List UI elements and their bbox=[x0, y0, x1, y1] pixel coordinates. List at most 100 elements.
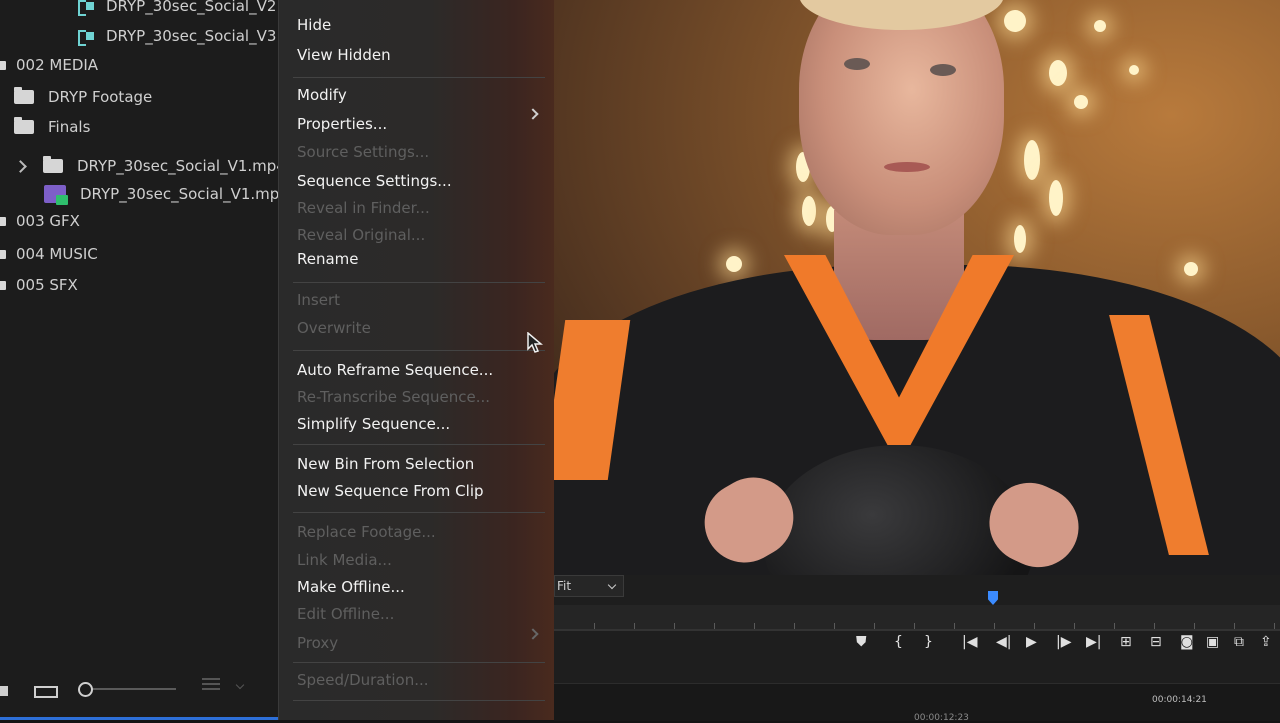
add-marker-icon[interactable]: ⛊ bbox=[856, 635, 867, 649]
menu-separator bbox=[293, 700, 545, 701]
icon-view-icon[interactable] bbox=[34, 686, 58, 698]
menu-item-replace-footage[interactable]: Replace Footage... bbox=[297, 523, 436, 541]
project-item[interactable]: DRYP_30sec_Social_V3 bbox=[76, 22, 282, 50]
project-item-label: 005 SFX bbox=[16, 276, 78, 294]
menu-item-rename[interactable]: Rename bbox=[297, 250, 359, 268]
menu-item-insert[interactable]: Insert bbox=[297, 291, 340, 309]
menu-item-view-hidden[interactable]: View Hidden bbox=[297, 46, 391, 64]
menu-item-edit-offline[interactable]: Edit Offline... bbox=[297, 605, 394, 623]
menu-item-make-offline[interactable]: Make Offline... bbox=[297, 578, 405, 596]
menu-item-properties[interactable]: Properties... bbox=[297, 115, 387, 133]
menu-item-modify[interactable]: Modify bbox=[297, 86, 347, 104]
menu-item-overwrite[interactable]: Overwrite bbox=[297, 319, 371, 337]
spark-light bbox=[802, 196, 816, 226]
project-item[interactable]: Finals bbox=[14, 113, 282, 141]
menu-separator bbox=[293, 512, 545, 513]
comparison-view-icon[interactable]: ▣ bbox=[1206, 635, 1219, 649]
mouth bbox=[884, 162, 930, 172]
go-to-in-icon[interactable]: |◀ bbox=[962, 635, 977, 649]
context-menu: Hide View Hidden Modify Properties... So… bbox=[278, 0, 555, 720]
folder-icon bbox=[43, 156, 63, 173]
project-item[interactable]: DRYP_30sec_Social_V1.mp4 bbox=[14, 152, 282, 180]
chevron-right-icon bbox=[527, 108, 539, 120]
project-item[interactable]: DRYP Footage bbox=[14, 83, 282, 111]
step-forward-icon[interactable]: |▶ bbox=[1056, 635, 1071, 649]
go-to-out-icon[interactable]: ▶| bbox=[1086, 635, 1101, 649]
bin-square-icon bbox=[0, 249, 6, 259]
spark-light bbox=[1074, 95, 1088, 109]
mouse-cursor-icon bbox=[527, 332, 543, 353]
bin-square-icon bbox=[0, 60, 6, 70]
menu-separator bbox=[293, 77, 545, 78]
project-item-label: DRYP_30sec_Social_V2 bbox=[106, 0, 277, 15]
project-item-label: DRYP Footage bbox=[48, 88, 153, 106]
export-frame-icon[interactable]: ◙ bbox=[1180, 635, 1194, 649]
project-item-label: 003 GFX bbox=[16, 212, 80, 230]
eye bbox=[844, 58, 870, 70]
chevron-right-icon bbox=[527, 628, 539, 640]
menu-item-simplify-sequence[interactable]: Simplify Sequence... bbox=[297, 415, 450, 433]
bin-square-icon bbox=[0, 216, 6, 226]
menu-item-hide[interactable]: Hide bbox=[297, 16, 331, 34]
project-panel-footer bbox=[0, 660, 282, 720]
project-item[interactable]: 005 SFX bbox=[0, 271, 282, 299]
spark-light bbox=[1184, 262, 1198, 276]
menu-item-sequence-settings[interactable]: Sequence Settings... bbox=[297, 172, 452, 190]
project-item[interactable]: 004 MUSIC bbox=[0, 240, 282, 268]
menu-item-proxy[interactable]: Proxy bbox=[297, 634, 338, 652]
menu-item-reveal-in-finder[interactable]: Reveal in Finder... bbox=[297, 199, 430, 217]
project-item[interactable]: 002 MEDIA bbox=[0, 51, 282, 79]
menu-item-re-transcribe-sequence[interactable]: Re-Transcribe Sequence... bbox=[297, 388, 490, 406]
lift-icon[interactable]: ⊞ bbox=[1120, 635, 1132, 649]
project-item-label: DRYP_30sec_Social_V3 bbox=[106, 27, 277, 45]
menu-separator bbox=[293, 662, 545, 663]
timecode-display: 00:00:14:21 bbox=[1152, 695, 1207, 705]
sort-icon[interactable] bbox=[202, 678, 220, 680]
project-item[interactable]: DRYP_30sec_Social_V1.mp4 bbox=[44, 180, 282, 208]
spark-light bbox=[1014, 225, 1026, 253]
program-monitor-controls: Fit ⛊ { } |◀ ◀| ▶ |▶ ▶| ⊞ ⊟ ◙ ▣ ⧉ ⇪ 00:0… bbox=[554, 575, 1280, 723]
project-item-label: Finals bbox=[48, 118, 91, 136]
timecode-secondary: 00:00:12:23 bbox=[914, 713, 969, 723]
menu-item-auto-reframe-sequence[interactable]: Auto Reframe Sequence... bbox=[297, 361, 493, 379]
play-icon[interactable]: ▶ bbox=[1026, 635, 1037, 649]
project-item[interactable]: 003 GFX bbox=[0, 207, 282, 235]
zoom-fit-dropdown[interactable]: Fit bbox=[554, 575, 624, 597]
extract-icon[interactable]: ⊟ bbox=[1150, 635, 1162, 649]
spark-light bbox=[1049, 60, 1067, 86]
zoom-slider-thumb[interactable] bbox=[78, 682, 93, 697]
sequence-icon bbox=[76, 0, 96, 16]
eye bbox=[930, 64, 956, 76]
project-item-label: 002 MEDIA bbox=[16, 56, 99, 74]
bin-square-icon bbox=[0, 280, 6, 290]
step-back-icon[interactable]: ◀| bbox=[996, 635, 1011, 649]
zoom-slider-track[interactable] bbox=[86, 688, 176, 690]
transport-controls: ⛊ { } |◀ ◀| ▶ |▶ ▶| ⊞ ⊟ ◙ ▣ ⧉ ⇪ bbox=[554, 625, 1280, 665]
project-item-label: DRYP_30sec_Social_V1.mp4 bbox=[77, 157, 282, 175]
folder-icon bbox=[14, 87, 34, 104]
list-view-icon[interactable] bbox=[0, 686, 8, 696]
button-editor-icon[interactable]: ⧉ bbox=[1234, 635, 1244, 649]
menu-item-speed-duration[interactable]: Speed/Duration... bbox=[297, 671, 429, 689]
sequence-icon bbox=[76, 28, 96, 46]
menu-item-source-settings[interactable]: Source Settings... bbox=[297, 143, 429, 161]
playhead[interactable] bbox=[988, 591, 998, 605]
program-monitor-video[interactable] bbox=[554, 0, 1280, 575]
menu-item-reveal-original[interactable]: Reveal Original... bbox=[297, 226, 425, 244]
menu-item-link-media[interactable]: Link Media... bbox=[297, 551, 392, 569]
menu-item-new-sequence-from-clip[interactable]: New Sequence From Clip bbox=[297, 482, 484, 500]
mark-out-icon[interactable]: } bbox=[924, 635, 933, 649]
mark-in-icon[interactable]: { bbox=[894, 635, 903, 649]
chevron-right-icon[interactable] bbox=[14, 159, 27, 173]
media-sequence-icon bbox=[44, 185, 68, 205]
project-item-label: 004 MUSIC bbox=[16, 245, 98, 263]
zoom-fit-label: Fit bbox=[557, 579, 572, 593]
folder-icon bbox=[14, 117, 34, 134]
menu-item-new-bin-from-selection[interactable]: New Bin From Selection bbox=[297, 455, 474, 473]
chevron-down-icon[interactable] bbox=[235, 680, 245, 690]
spark-light bbox=[726, 256, 742, 272]
share-icon[interactable]: ⇪ bbox=[1260, 635, 1272, 649]
menu-separator bbox=[293, 350, 545, 351]
project-item-label: DRYP_30sec_Social_V1.mp4 bbox=[80, 185, 282, 203]
project-item[interactable]: DRYP_30sec_Social_V2 bbox=[76, 0, 282, 20]
